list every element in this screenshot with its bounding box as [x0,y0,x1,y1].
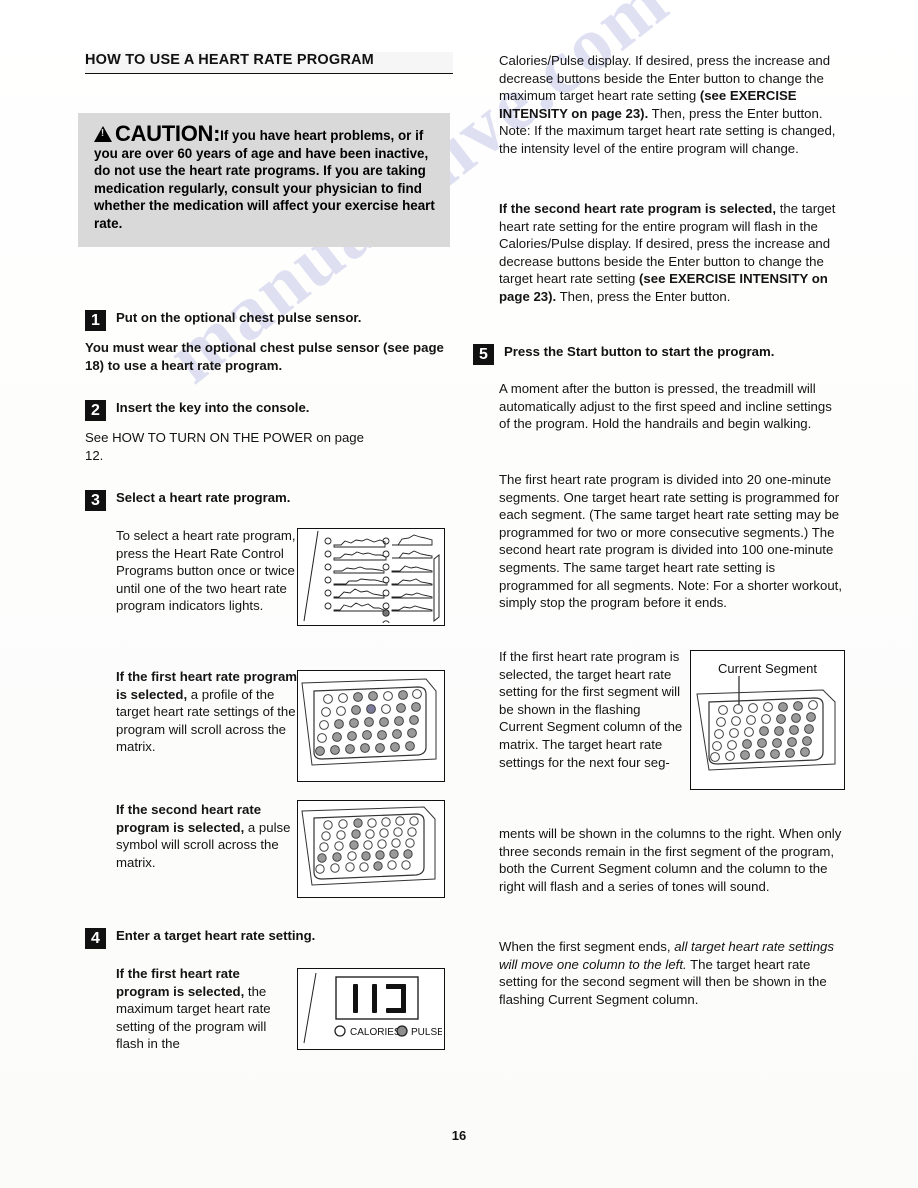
step-3-body: To select a heart rate program, press th… [116,528,296,614]
step-3-second-program-bold: If the second heart rate program is sele… [116,802,262,835]
matrix-pulse-drawing [301,806,436,886]
step-5-title: Press the Start button to start the prog… [504,344,775,359]
figure-program-chart [297,528,445,628]
page-number: 16 [451,1128,467,1143]
step-1-number: 1 [85,310,108,333]
step-1-body: You must wear the optional chest pulse s… [85,340,444,373]
manual-page: manualshive.com HOW TO USE A HEART RATE … [0,0,918,1188]
right-para-2b: Then, press the Enter button. [556,288,731,304]
caution-box: CAUTION:If you have heart problems, or i… [78,113,450,247]
step-2: 2 Insert the key into the console. See H… [85,400,453,464]
warning-triangle-icon [94,126,112,142]
step-4-title: Enter a target heart rate setting. [116,928,316,943]
step-1-title: Put on the optional chest pulse sensor. [116,310,362,325]
step-2-body: See HOW TO TURN ON THE POWER on page 12. [85,430,364,463]
title-underline [85,73,453,74]
step-4-body-bold: If the first heart rate program is selec… [116,966,245,999]
step-3: 3 Select a heart rate program. [85,490,453,513]
current-segment-drawing [696,676,836,771]
figure-matrix-profile [297,670,445,782]
figure-matrix-pulse [297,800,445,898]
led-pulse-label: PULSE [411,1027,442,1038]
program-chart-drawing [303,530,440,628]
right-para-4-wrap: If the first heart rate program is selec… [499,649,683,770]
matrix-profile-drawing [301,678,437,766]
led-calories-label: CALORIES [350,1027,401,1038]
step-5-number: 5 [473,344,496,367]
step-3-title: Select a heart rate program. [116,490,291,505]
step-3-second-program-text: If the second heart rate program is sele… [116,801,291,871]
step-2-title: Insert the key into the console. [116,400,310,415]
figure-current-segment: Current Segment [690,650,845,790]
right-para-5a: When the first segment ends, [499,939,675,954]
left-column: HOW TO USE A HEART RATE PROGRAM [85,52,453,80]
step-5-body: A moment after the button is pressed, th… [499,381,832,432]
step-4-number: 4 [85,928,108,951]
right-para-4-rest: ments will be shown in the columns to th… [499,826,842,894]
step-5: 5 Press the Start button to start the pr… [473,344,845,367]
step-3-first-program-text: If the first heart rate program is selec… [116,668,301,756]
caution-label: CAUTION: [115,121,221,146]
step-4: 4 Enter a target heart rate setting. [85,928,453,951]
figure-led-display: CALORIES PULSE [297,968,445,1050]
caution-text: CAUTION:If you have heart problems, or i… [94,123,436,233]
step-2-number: 2 [85,400,108,423]
right-para-5: When the first segment ends, all target … [499,938,845,1008]
current-segment-label: Current Segment [718,661,817,676]
step-3-number: 3 [85,490,108,513]
right-para-2-bold: If the second heart rate program is sele… [499,201,777,216]
step-1: 1 Put on the optional chest pulse sensor… [85,310,453,374]
step-4-body: If the first heart rate program is selec… [116,965,296,1053]
right-para-3: The first heart rate program is divided … [499,472,843,611]
led-display-drawing: CALORIES PULSE [303,972,444,1044]
page-title: HOW TO USE A HEART RATE PROGRAM [85,52,374,68]
right-para-2: If the second heart rate program is sele… [499,200,845,306]
right-para-1: Calories/Pulse display. If desired, pres… [499,52,845,158]
